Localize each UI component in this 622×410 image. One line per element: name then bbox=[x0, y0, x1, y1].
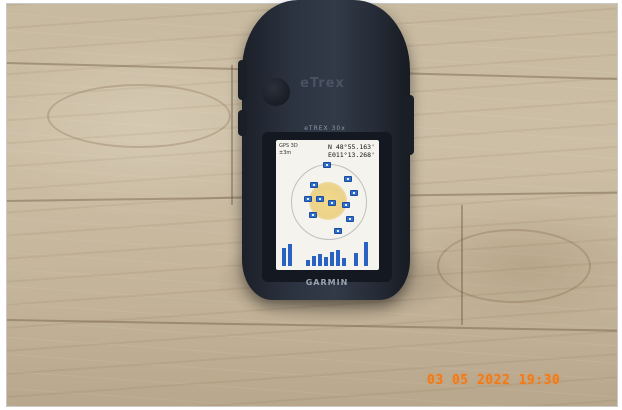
signal-bar bbox=[282, 248, 286, 266]
signal-bar bbox=[342, 258, 346, 266]
side-button bbox=[405, 95, 414, 155]
embossed-model-logo: eTrex bbox=[300, 76, 345, 91]
satellite-marker-icon bbox=[342, 202, 350, 208]
satellite-marker-icon bbox=[334, 228, 342, 234]
signal-bar bbox=[288, 244, 292, 266]
signal-bar bbox=[336, 250, 340, 266]
signal-bar bbox=[364, 242, 368, 266]
signal-bar bbox=[324, 257, 328, 266]
signal-bar bbox=[312, 256, 316, 266]
brand-logo: GARMIN bbox=[305, 278, 349, 287]
gps-screen: GPS 3D ±3m N 48°55.163' E011°13.268' bbox=[276, 140, 379, 270]
satellite-marker-icon bbox=[350, 190, 358, 196]
accuracy-status: ±3m bbox=[279, 150, 292, 156]
side-button bbox=[238, 110, 247, 136]
satellite-marker-icon bbox=[323, 162, 331, 168]
satellite-marker-icon bbox=[310, 182, 318, 188]
side-button bbox=[238, 60, 247, 100]
satellite-marker-icon bbox=[309, 212, 317, 218]
satellite-marker-icon bbox=[316, 196, 324, 202]
photo-timestamp: 03 05 2022 19:30 bbox=[427, 373, 561, 388]
signal-strength-bars bbox=[280, 240, 375, 266]
satellite-marker-icon bbox=[304, 196, 312, 202]
longitude-readout: E011°13.268' bbox=[328, 151, 375, 159]
satellite-marker-icon bbox=[328, 200, 336, 206]
signal-bar bbox=[318, 254, 322, 266]
signal-bar bbox=[330, 252, 334, 266]
floor-seam bbox=[231, 65, 233, 205]
satellite-marker-icon bbox=[344, 176, 352, 182]
latitude-readout: N 48°55.163' bbox=[328, 143, 375, 151]
signal-bar bbox=[306, 260, 310, 266]
model-label: eTREX 30x bbox=[304, 125, 346, 132]
signal-bar bbox=[354, 253, 358, 266]
wood-knot bbox=[47, 84, 231, 148]
joystick-icon bbox=[262, 78, 290, 106]
fix-status: GPS 3D bbox=[279, 143, 298, 149]
satellite-marker-icon bbox=[346, 216, 354, 222]
